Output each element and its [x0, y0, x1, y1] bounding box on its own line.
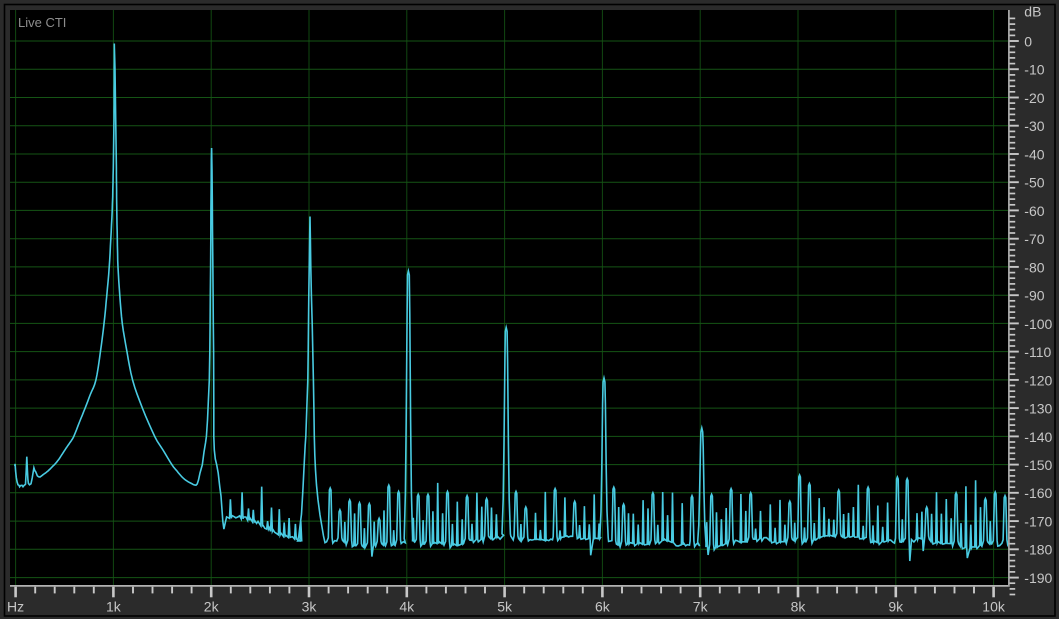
- svg-text:6k: 6k: [595, 599, 611, 615]
- svg-text:-160: -160: [1024, 485, 1052, 501]
- svg-text:8k: 8k: [791, 599, 807, 615]
- svg-text:Hz: Hz: [7, 599, 24, 615]
- svg-text:-170: -170: [1024, 514, 1052, 530]
- svg-text:-20: -20: [1024, 90, 1044, 106]
- svg-text:-100: -100: [1024, 316, 1052, 332]
- svg-text:3k: 3k: [302, 599, 318, 615]
- svg-text:-50: -50: [1024, 175, 1044, 191]
- svg-text:-10: -10: [1024, 62, 1044, 78]
- svg-text:9k: 9k: [888, 599, 904, 615]
- svg-text:-140: -140: [1024, 429, 1052, 445]
- svg-text:-120: -120: [1024, 372, 1052, 388]
- svg-text:-180: -180: [1024, 542, 1052, 558]
- svg-text:-80: -80: [1024, 259, 1044, 275]
- svg-text:-70: -70: [1024, 231, 1044, 247]
- svg-text:Live CTI: Live CTI: [18, 15, 66, 30]
- svg-text:-110: -110: [1024, 344, 1051, 360]
- svg-text:-40: -40: [1024, 146, 1044, 162]
- svg-text:2k: 2k: [204, 599, 220, 615]
- svg-text:dB: dB: [1024, 3, 1041, 19]
- svg-text:4k: 4k: [399, 599, 415, 615]
- svg-text:-90: -90: [1024, 288, 1044, 304]
- svg-text:-150: -150: [1024, 457, 1052, 473]
- svg-text:7k: 7k: [693, 599, 709, 615]
- svg-text:-30: -30: [1024, 118, 1044, 134]
- svg-text:-60: -60: [1024, 203, 1044, 219]
- svg-text:1k: 1k: [106, 599, 122, 615]
- svg-text:-190: -190: [1024, 570, 1052, 586]
- svg-text:0: 0: [1024, 33, 1032, 49]
- svg-text:10k: 10k: [982, 599, 1006, 615]
- svg-text:-130: -130: [1024, 401, 1052, 417]
- svg-text:5k: 5k: [497, 599, 513, 615]
